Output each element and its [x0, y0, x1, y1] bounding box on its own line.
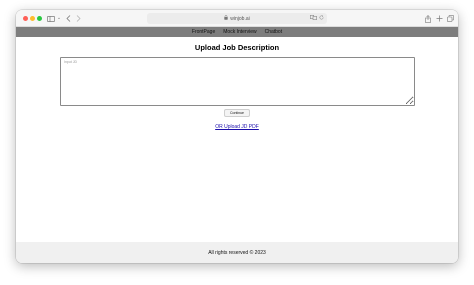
zoom-window-button[interactable]: [37, 16, 42, 21]
page-title: Upload Job Description: [194, 43, 280, 52]
sidebar-toggle-icon[interactable]: [46, 13, 56, 24]
nav-frontpage[interactable]: FrontPage: [192, 29, 215, 35]
upload-jd-pdf-link[interactable]: OR Upload JD PDF: [16, 124, 458, 130]
browser-toolbar: ⌄ winjob.ai: [16, 10, 458, 27]
page-footer: All rights reserved © 2023: [16, 242, 458, 263]
share-icon[interactable]: [424, 13, 432, 24]
chevron-right-icon[interactable]: [74, 13, 82, 24]
footer-copyright: All rights reserved © 2023: [208, 249, 266, 256]
plus-icon[interactable]: [435, 13, 443, 24]
reload-icon[interactable]: [319, 15, 324, 22]
lock-icon: [224, 15, 228, 22]
browser-window: ⌄ winjob.ai FrontPage Mock Interview Cha…: [16, 10, 458, 263]
close-window-button[interactable]: [23, 16, 28, 21]
chevron-down-icon[interactable]: ⌄: [56, 13, 62, 24]
top-navbar: FrontPage Mock Interview Chatbot: [16, 27, 458, 37]
address-bar[interactable]: winjob.ai: [147, 13, 327, 24]
job-description-textarea[interactable]: [60, 57, 415, 106]
nav-mock-interview[interactable]: Mock Interview: [223, 29, 256, 35]
nav-chatbot[interactable]: Chatbot: [265, 29, 283, 35]
chevron-left-icon[interactable]: [64, 13, 72, 24]
continue-button[interactable]: Continue: [224, 109, 250, 117]
minimize-window-button[interactable]: [30, 16, 35, 21]
url-text: winjob.ai: [230, 15, 250, 22]
translate-icon[interactable]: [310, 15, 317, 22]
tab-overview-icon[interactable]: [446, 13, 454, 24]
